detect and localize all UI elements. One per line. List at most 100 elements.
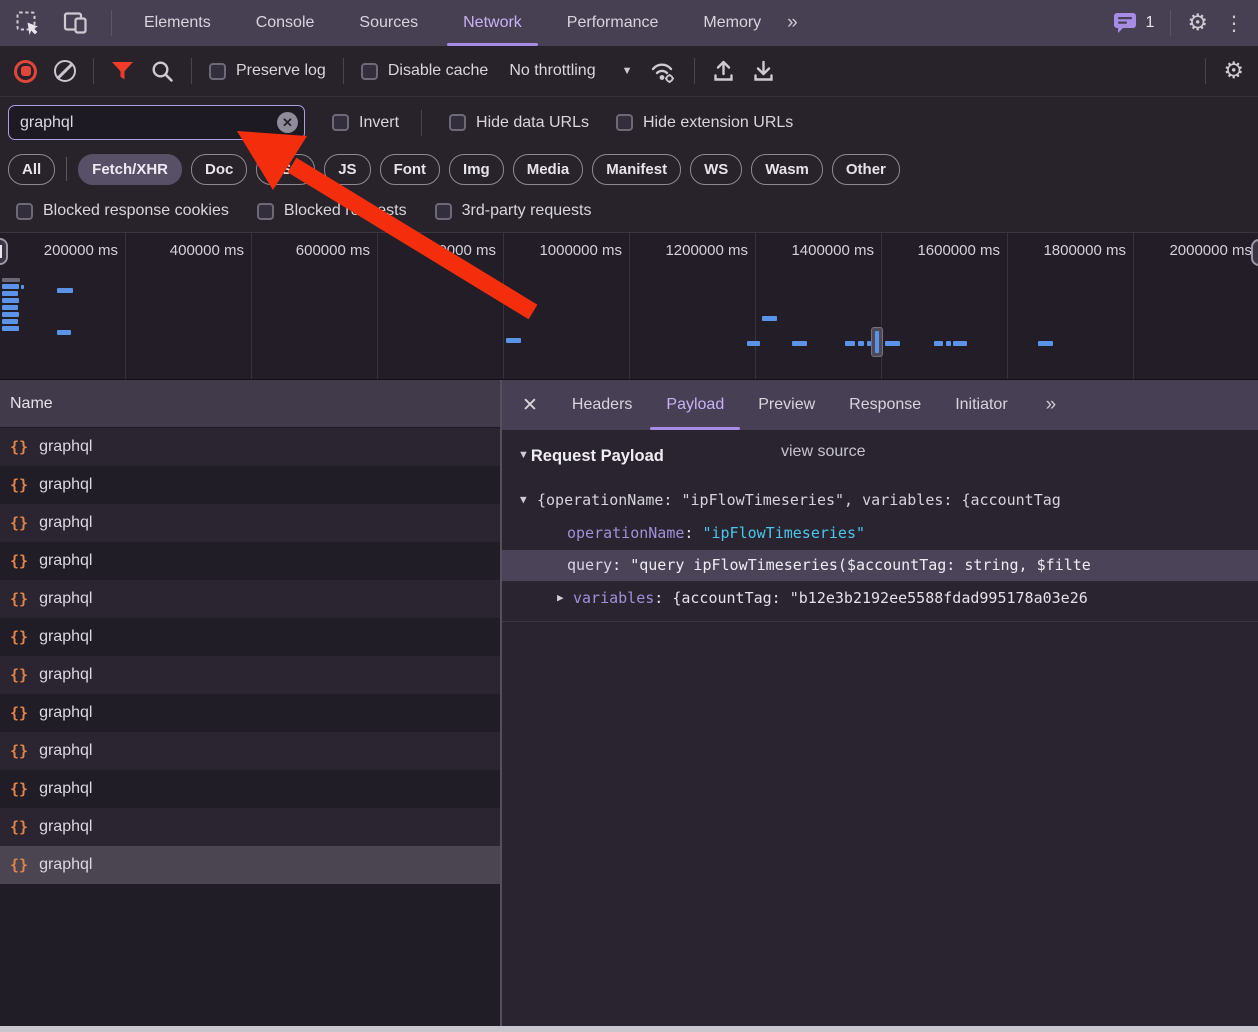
filter-input[interactable] [8,105,305,140]
import-har-icon[interactable] [712,59,735,83]
disable-cache-label: Disable cache [388,62,489,80]
network-conditions-icon[interactable] [649,59,677,84]
timeline-column: 800000 ms [378,233,504,379]
timeline-overview[interactable]: 200000 ms400000 ms600000 ms800000 ms1000… [0,232,1258,380]
kebab-menu-icon[interactable]: ⋮ [1224,11,1244,35]
device-toolbar-icon[interactable] [63,11,89,35]
tab-sources[interactable]: Sources [359,0,418,46]
chip-js[interactable]: JS [324,154,370,185]
issues-message-icon[interactable] [1113,12,1137,35]
request-row[interactable]: {}graphql [0,732,500,770]
blocked-requests-checkbox[interactable]: Blocked requests [257,202,407,220]
divider [1205,58,1206,84]
detail-tab-payload[interactable]: Payload [666,380,724,430]
checkbox[interactable] [257,203,274,220]
close-details-icon[interactable]: ✕ [522,394,538,417]
record-button[interactable] [14,60,37,83]
filter-toggle-icon[interactable] [111,61,134,81]
timeline-tick-label: 1600000 ms [917,242,1000,259]
disable-cache-checkbox[interactable]: Disable cache [361,62,489,80]
payload-operation-line[interactable]: operationName: "ipFlowTimeseries" [501,518,1258,549]
detail-tab-response[interactable]: Response [849,380,921,430]
blocked-response-cookies-checkbox[interactable]: Blocked response cookies [16,202,229,220]
request-row[interactable]: {}graphql [0,770,500,808]
checkbox[interactable] [16,203,33,220]
request-name: graphql [39,476,92,494]
divider [1170,10,1171,36]
settings-gear-icon[interactable]: ⚙ [1187,12,1208,35]
request-row[interactable]: {}graphql [0,846,500,884]
chip-css[interactable]: CSS [256,154,315,185]
checkbox[interactable] [616,114,633,131]
payload-panel: ▼ Request Payload view source ▼ {operati… [501,430,1258,1026]
request-row[interactable]: {}graphql [0,580,500,618]
timeline-request-bar [2,312,19,317]
divider [66,157,67,181]
payload-variables-line[interactable]: ▶ variables: {accountTag: "b12e3b2192ee5… [501,583,1258,614]
chip-ws[interactable]: WS [690,154,742,185]
tab-performance[interactable]: Performance [567,0,659,46]
tab-network[interactable]: Network [463,0,522,46]
invert-checkbox[interactable]: Invert [332,114,399,132]
detail-tab-headers[interactable]: Headers [572,380,632,430]
chip-font[interactable]: Font [380,154,440,185]
third-party-requests-checkbox[interactable]: 3rd-party requests [435,202,592,220]
search-icon[interactable] [151,60,174,83]
detail-tab-preview[interactable]: Preview [758,380,815,430]
expand-triangle-icon[interactable]: ▶ [557,583,564,613]
tabbar-right-icons: 1 ⚙ ⋮ [1113,10,1258,36]
timeline-tick-label: 200000 ms [44,242,118,259]
issues-count[interactable]: 1 [1145,14,1154,32]
chip-media[interactable]: Media [513,154,584,185]
payload-query-line[interactable]: query: "query ipFlowTimeseries($accountT… [501,550,1258,581]
tab-console[interactable]: Console [256,0,315,46]
divider [694,58,695,84]
chip-fetch-xhr[interactable]: Fetch/XHR [78,154,182,185]
request-row[interactable]: {}graphql [0,542,500,580]
request-row[interactable]: {}graphql [0,428,500,466]
tab-memory[interactable]: Memory [703,0,761,46]
view-source-link[interactable]: view source [781,443,865,461]
hide-extension-urls-checkbox[interactable]: Hide extension URLs [616,114,793,132]
request-row[interactable]: {}graphql [0,466,500,504]
request-row[interactable]: {}graphql [0,694,500,732]
request-row[interactable]: {}graphql [0,808,500,846]
payload-preview-line[interactable]: ▼ {operationName: "ipFlowTimeseries", va… [501,485,1258,516]
checkbox[interactable] [332,114,349,131]
chip-other[interactable]: Other [832,154,900,185]
detail-more-tabs-icon[interactable]: » [1046,394,1055,416]
clear-filter-icon[interactable]: ✕ [277,112,298,133]
request-payload-section-toggle[interactable]: ▼ Request Payload [518,443,664,469]
timeline-column: 2000000 ms [1134,233,1258,379]
chip-doc[interactable]: Doc [191,154,247,185]
clear-button[interactable] [54,60,76,82]
chip-all[interactable]: All [8,154,55,185]
json-icon: {} [10,742,28,760]
timeline-request-bar [858,341,864,346]
expand-triangle-icon[interactable]: ▼ [520,485,527,515]
checkbox[interactable] [435,203,452,220]
request-row[interactable]: {}graphql [0,504,500,542]
request-row[interactable]: {}graphql [0,656,500,694]
preserve-log-checkbox[interactable]: Preserve log [209,62,326,80]
chip-img[interactable]: Img [449,154,504,185]
timeline-tick-label: 600000 ms [296,242,370,259]
timeline-request-bar [845,341,855,346]
hide-data-urls-checkbox[interactable]: Hide data URLs [449,114,589,132]
checkbox[interactable] [361,63,378,80]
request-name: graphql [39,666,92,684]
throttling-select[interactable]: No throttling ▼ [509,62,632,80]
name-column-header[interactable]: Name [0,380,500,428]
network-settings-gear-icon[interactable]: ⚙ [1223,60,1244,83]
more-tabs-icon[interactable]: » [787,12,796,34]
chip-manifest[interactable]: Manifest [592,154,681,185]
checkbox[interactable] [209,63,226,80]
panel-split-divider[interactable] [500,380,502,1026]
tab-elements[interactable]: Elements [144,0,211,46]
detail-tab-initiator[interactable]: Initiator [955,380,1007,430]
request-row[interactable]: {}graphql [0,618,500,656]
checkbox[interactable] [449,114,466,131]
export-har-icon[interactable] [752,59,775,83]
chip-wasm[interactable]: Wasm [751,154,823,185]
inspect-element-icon[interactable] [16,11,41,36]
